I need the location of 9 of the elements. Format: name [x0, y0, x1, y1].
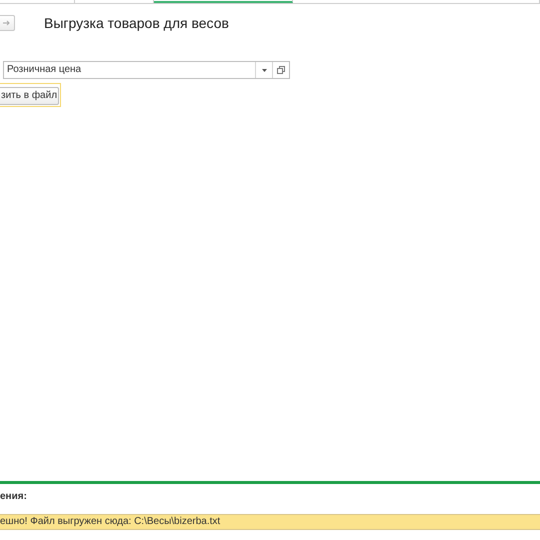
page-title: Выгрузка товаров для весов [44, 15, 229, 31]
caret-icon [262, 68, 266, 72]
arrow-right-icon [2, 20, 10, 26]
forward-button[interactable] [0, 15, 15, 31]
open-window-icon [277, 66, 285, 74]
message-bar: ешно! Файл выгружен сюда: C:\Весы\bizerba.txt [0, 514, 540, 530]
messages-label: ения: [0, 491, 28, 504]
export-button[interactable]: зить в файл [0, 86, 59, 104]
price-type-field[interactable]: Розничная цена [3, 61, 290, 79]
